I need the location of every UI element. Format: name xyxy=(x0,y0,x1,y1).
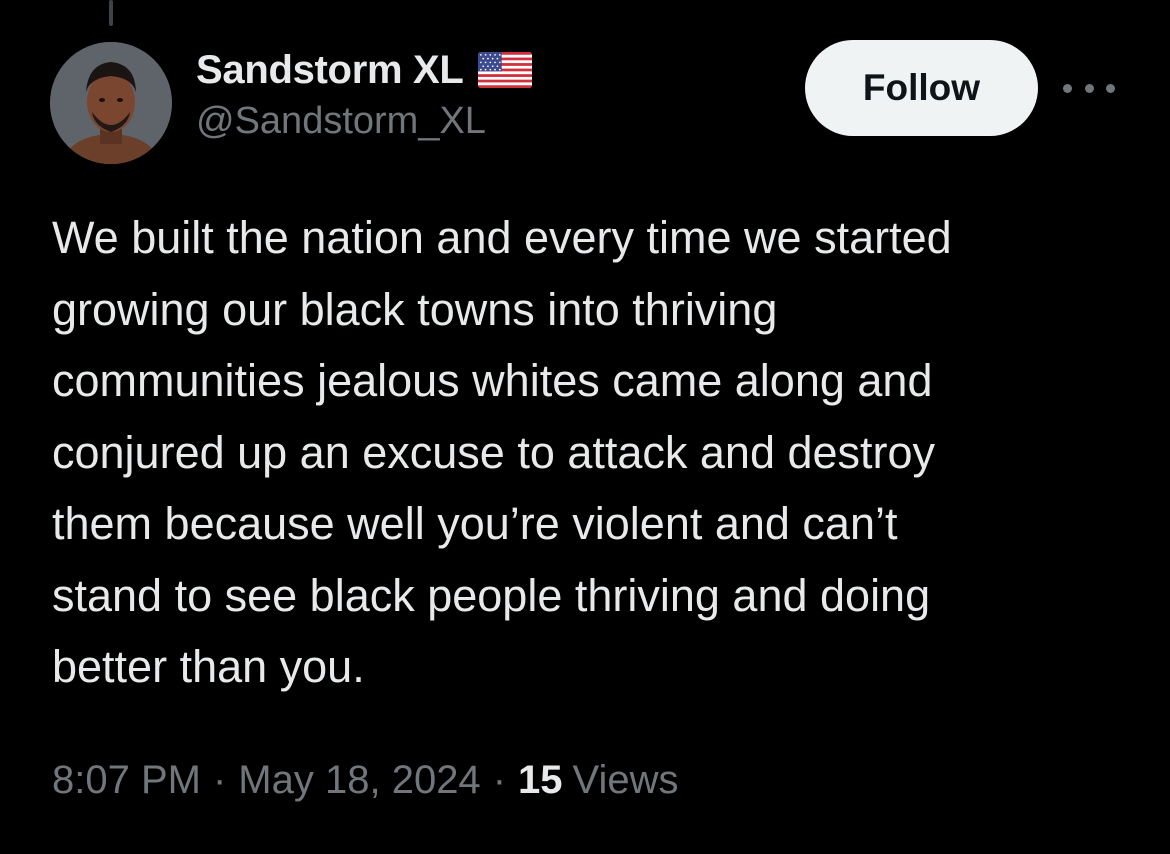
tweet-metadata: 8:07 PM · May 18, 2024 · 15 Views xyxy=(52,758,679,803)
more-icon-dot xyxy=(1084,83,1094,93)
avatar-portrait-icon xyxy=(50,42,172,164)
meta-separator: · xyxy=(492,758,507,802)
tweet-text: We built the nation and every time we st… xyxy=(52,212,952,692)
user-info: Sandstorm XL @Sandstorm_XL xyxy=(196,44,532,143)
views-count[interactable]: 15 xyxy=(518,758,563,803)
tweet-date[interactable]: May 18, 2024 xyxy=(238,758,480,803)
display-name-row: Sandstorm XL xyxy=(196,44,532,96)
thread-connector-line xyxy=(109,0,113,26)
us-flag-icon xyxy=(477,52,532,88)
views-label[interactable]: Views xyxy=(573,758,679,803)
user-handle[interactable]: @Sandstorm_XL xyxy=(196,100,532,143)
follow-button[interactable]: Follow xyxy=(805,40,1038,136)
more-icon-dot xyxy=(1106,83,1115,93)
avatar[interactable] xyxy=(50,42,172,164)
display-name[interactable]: Sandstorm XL xyxy=(196,48,464,93)
tweet-time[interactable]: 8:07 PM xyxy=(52,758,201,803)
meta-separator: · xyxy=(212,758,227,802)
more-options-button[interactable] xyxy=(1063,72,1115,104)
more-horizontal-icon xyxy=(1063,83,1072,93)
